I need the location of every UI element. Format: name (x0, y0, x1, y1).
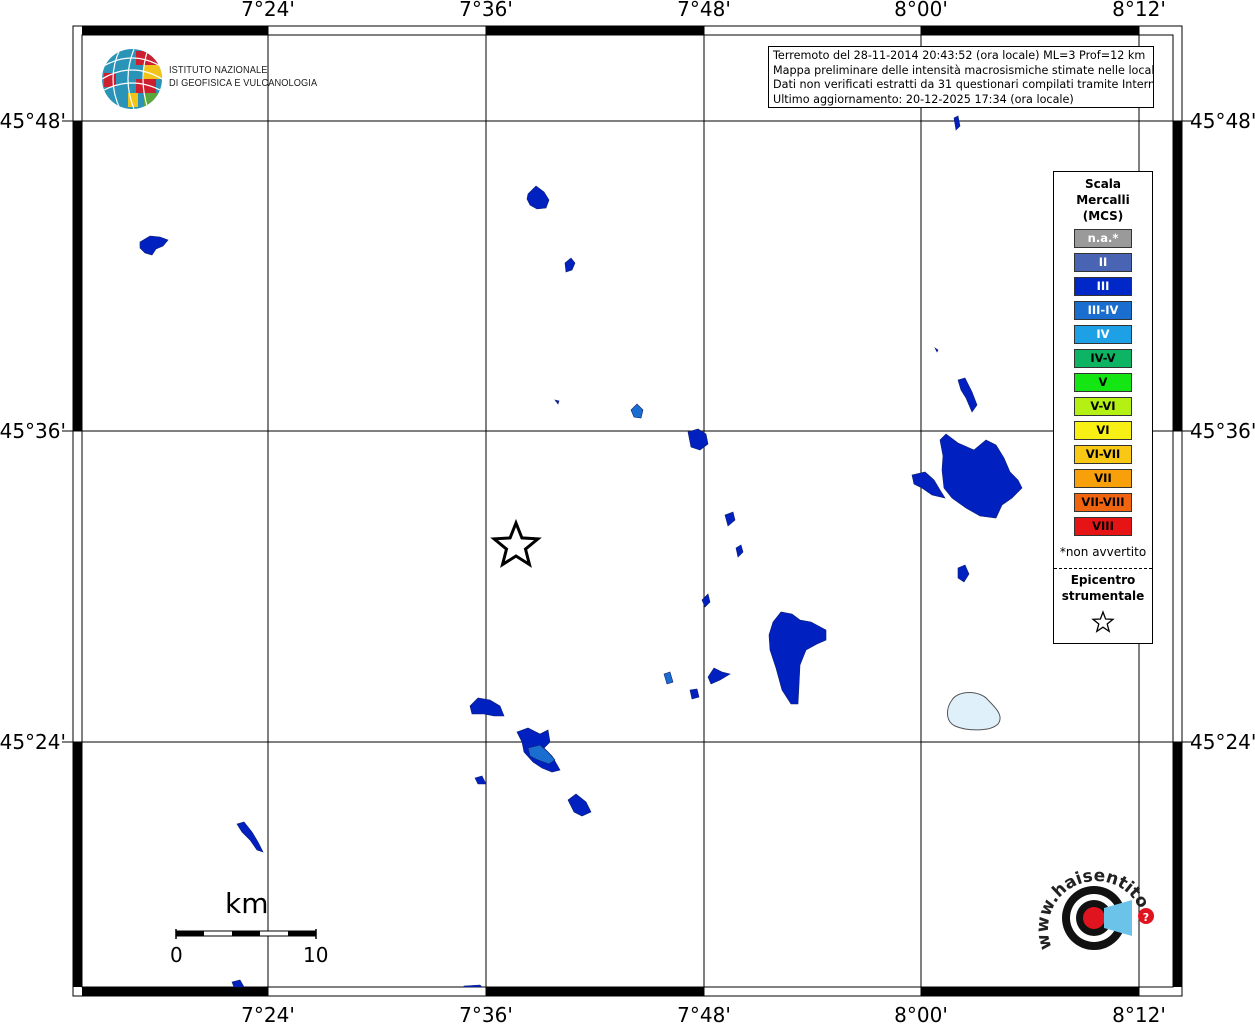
lon-label-top-4: 8°00' (894, 0, 948, 21)
municipality-area (957, 564, 970, 583)
haisentito-logo-icon: www.haisentitoilterremoto.it ? (1021, 835, 1154, 952)
legend-item: V (1074, 373, 1132, 392)
lat-labels-right: 45°48' 45°36' 45°24' (1190, 109, 1255, 754)
event-info-box: Terremoto del 28-11-2014 20:43:52 (ora l… (768, 46, 1154, 108)
legend-item: V-VI (1074, 397, 1132, 416)
municipality-area (689, 688, 700, 700)
municipality-areas (139, 115, 1023, 988)
legend-separator (1054, 568, 1152, 569)
legend-item: IV-V (1074, 349, 1132, 368)
municipality-area (911, 471, 946, 499)
map-inner-frame (81, 34, 1174, 988)
municipality-area (463, 984, 483, 988)
mcs-legend: Scala Mercalli (MCS) n.a.* II III III-IV IV I… (1053, 171, 1153, 644)
municipality-area (139, 235, 169, 256)
municipality-area (707, 667, 731, 685)
lon-label-bottom-4: 8°00' (894, 1003, 948, 1024)
ingv-name: ISTITUTO NAZIONALE DI GEOFISICA E VULCAN… (169, 64, 317, 90)
legend-item: VII (1074, 469, 1132, 488)
legend-item: II (1074, 253, 1132, 272)
legend-title-line2: Mercalli (1076, 193, 1130, 207)
municipality-area (768, 611, 827, 705)
lat-label-right-3: 45°24' (1190, 730, 1255, 754)
municipality-area (231, 979, 245, 988)
lat-label-left-3: 45°24' (0, 730, 66, 754)
lat-label-right-1: 45°48' (1190, 109, 1255, 133)
scale-unit: km (225, 887, 269, 920)
lake-shape (947, 692, 1001, 731)
legend-item: III-IV (1074, 301, 1132, 320)
haisentito-logo: www.haisentitoilterremoto.it ? (1021, 835, 1165, 980)
graticule (62, 26, 1193, 996)
event-info-line1: Terremoto del 28-11-2014 20:43:52 (ora l… (773, 49, 1146, 62)
municipality-area (953, 115, 961, 131)
municipality-area (564, 257, 576, 273)
legend-title-line3: (MCS) (1082, 209, 1124, 223)
lon-labels-bottom: 7°24' 7°36' 7°48' 8°00' 8°12' (241, 1003, 1166, 1024)
ingv-logo: ISTITUTO NAZIONALE DI GEOFISICA E VULCAN… (100, 47, 320, 111)
lon-label-top-3: 7°48' (677, 0, 731, 21)
municipality-area (469, 697, 505, 717)
legend-item: n.a.* (1074, 229, 1132, 248)
svg-text:?: ? (1143, 911, 1149, 924)
municipality-area (701, 593, 711, 608)
municipality-area (474, 775, 487, 785)
ingv-name-line1: ISTITUTO NAZIONALE (169, 64, 268, 76)
lat-label-left-2: 45°36' (0, 419, 66, 443)
legend-title: Scala Mercalli (MCS) (1054, 176, 1152, 224)
lon-label-top-5: 8°12' (1112, 0, 1166, 21)
scale-bar: km 0 10 (165, 885, 335, 970)
lat-labels-left: 45°48' 45°36' 45°24' (0, 109, 66, 754)
lat-label-left-1: 45°48' (0, 109, 66, 133)
municipality-area (526, 185, 550, 210)
lon-label-bottom-5: 8°12' (1112, 1003, 1166, 1024)
municipality-area (236, 821, 264, 853)
legend-epicenter-line1: Epicentro (1070, 573, 1136, 587)
legend-item: VIII (1074, 517, 1132, 536)
lon-label-bottom-3: 7°48' (677, 1003, 731, 1024)
map-outer-frame (72, 25, 1183, 997)
legend-item: VI-VII (1074, 445, 1132, 464)
event-info-line2: Mappa preliminare delle intensità macros… (773, 63, 1154, 77)
scale-label-end: 10 (303, 943, 329, 967)
legend-star-icon (1091, 610, 1115, 633)
lon-labels-top: 7°24' 7°36' 7°48' 8°00' 8°12' (241, 0, 1166, 21)
municipality-areas-iii-iv (527, 403, 674, 765)
globe-icon (102, 49, 162, 109)
ingv-name-line2: DI GEOFISICA E VULCANOLOGIA (169, 77, 318, 89)
lon-label-top-1: 7°24' (241, 0, 295, 21)
lat-label-right-2: 45°36' (1190, 419, 1255, 443)
municipality-area (567, 793, 592, 817)
lon-label-bottom-2: 7°36' (459, 1003, 513, 1024)
municipality-area (939, 433, 1023, 519)
municipality-area (735, 544, 744, 558)
legend-item: VII-VIII (1074, 493, 1132, 512)
scale-label-start: 0 (170, 943, 183, 967)
legend-epicenter-line2: strumentale (1061, 589, 1145, 603)
municipality-area (934, 347, 939, 353)
municipality-area (687, 428, 709, 451)
municipality-area (724, 511, 736, 527)
municipality-area (554, 399, 560, 405)
legend-item: VI (1074, 421, 1132, 440)
epicenter-star-icon (490, 518, 542, 568)
legend-title-line1: Scala (1084, 177, 1122, 191)
legend-epicenter-label: Epicentro strumentale (1054, 572, 1152, 604)
event-info-line4: Ultimo aggiornamento: 20-12-2025 17:34 (… (773, 92, 1074, 106)
legend-note: *non avvertito (1059, 545, 1147, 559)
municipality-area (663, 671, 674, 685)
legend-item: III (1074, 277, 1132, 296)
lon-label-top-2: 7°36' (459, 0, 513, 21)
event-info-line3: Dati non verificati estratti da 31 quest… (773, 78, 1154, 92)
municipality-area (630, 403, 644, 419)
frame-bars-vertical (73, 121, 1182, 987)
legend-item: IV (1074, 325, 1132, 344)
municipality-area (957, 377, 978, 413)
lon-label-bottom-1: 7°24' (241, 1003, 295, 1024)
